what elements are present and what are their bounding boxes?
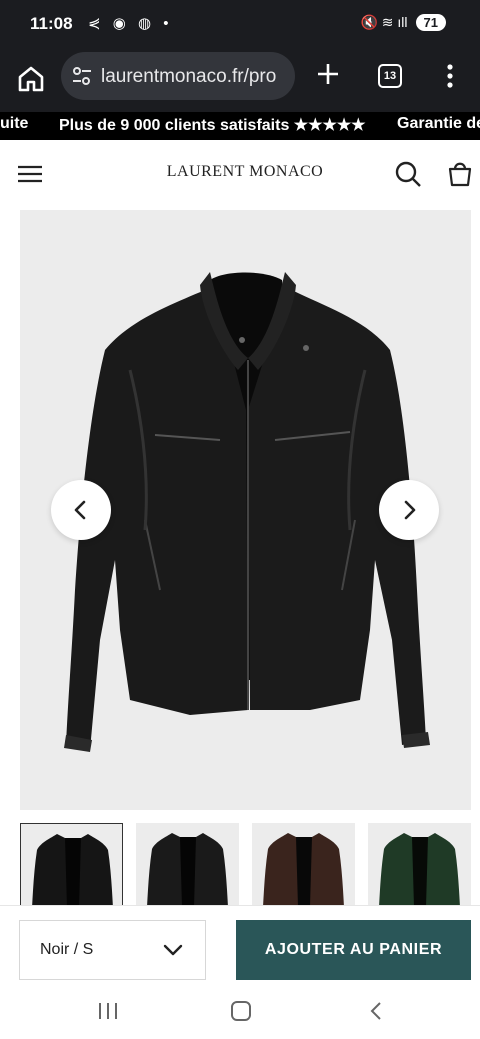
announcement-item: Garantie de [397,115,480,132]
new-tab-icon[interactable] [314,60,342,88]
notification-icons: ⋞ ◉ ◍ • [88,15,173,32]
thumbnail-black-2[interactable] [136,823,239,907]
site-info-icon[interactable] [71,66,93,86]
site-header: LAURENT MONACO [0,140,480,206]
announcement-item: uite [0,115,29,132]
previous-image-button[interactable] [51,480,111,540]
system-icons: 🔇 ≋ ıll 71 [360,14,446,31]
search-icon[interactable] [394,160,422,188]
chevron-right-icon [404,500,416,520]
status-time: 11:08 [30,14,73,33]
add-to-cart-button[interactable]: AJOUTER AU PANIER [236,920,471,980]
announcement-bar: uite Plus de 9 000 clients satisfaits ★★… [0,112,480,140]
next-image-button[interactable] [379,480,439,540]
url-text[interactable]: laurentmonaco.fr/pro [101,66,287,88]
back-icon[interactable] [368,1001,384,1021]
thumbnail-green[interactable] [368,823,471,907]
variant-select[interactable]: Noir / S [19,920,206,980]
chevron-left-icon [74,500,86,520]
recents-icon[interactable] [97,1001,119,1021]
battery-badge: 71 [415,14,446,31]
android-nav-bar [0,989,480,1039]
sticky-add-to-cart-bar: Noir / S AJOUTER AU PANIER [0,905,480,989]
status-bar: 11:08 ⋞ ◉ ◍ • 🔇 ≋ ıll 71 [0,0,480,50]
thumbnail-jacket [32,834,113,906]
variant-value: Noir / S [40,941,94,958]
thumbnail-strip [20,823,480,907]
tab-switcher-button[interactable]: 13 [378,64,402,88]
system-indicators: 🔇 ≋ ıll [360,14,408,30]
address-bar[interactable]: laurentmonaco.fr/pro [61,52,295,100]
thumbnail-jacket [147,833,228,907]
home-icon[interactable] [14,62,48,96]
browser-toolbar: laurentmonaco.fr/pro 13 [0,50,480,112]
more-vert-icon[interactable] [440,62,460,90]
chevron-down-icon [163,944,183,956]
thumbnail-brown[interactable] [252,823,355,907]
thumbnail-jacket [379,833,460,907]
home-nav-icon[interactable] [230,1000,252,1022]
announcement-item: Plus de 9 000 clients satisfaits ★★★★★ [59,117,366,134]
thumbnail-jacket [263,833,344,907]
shopping-bag-icon[interactable] [446,159,474,187]
thumbnail-black-1[interactable] [20,823,123,907]
